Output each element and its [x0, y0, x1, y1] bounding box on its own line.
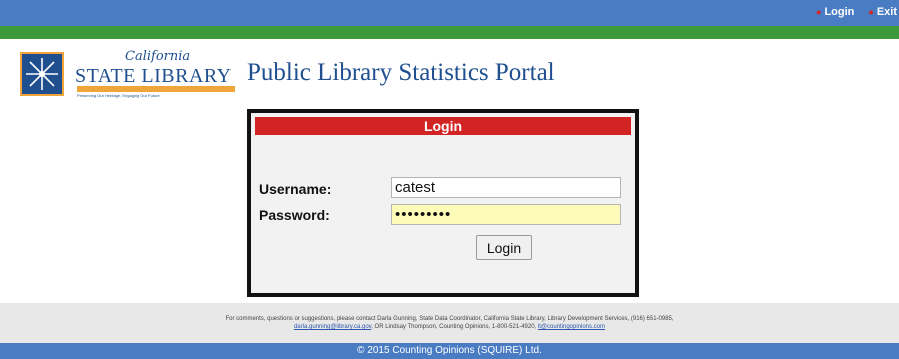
nav-login-label: Login — [824, 6, 855, 18]
footer-contact-info: For comments, questions or suggestions, … — [0, 303, 899, 343]
logo-script-text: California — [125, 49, 191, 64]
nav-login-link[interactable]: ● Login — [816, 6, 854, 18]
state-library-logo: California STATE LIBRARY Preserving Our … — [75, 49, 237, 101]
darla-email-link[interactable]: darla.gunning@library.ca.gov — [294, 324, 371, 330]
bullet-icon: ● — [816, 7, 822, 17]
nav-exit-link[interactable]: ● Exit — [868, 6, 897, 18]
site-header: California STATE LIBRARY Preserving Our … — [0, 39, 899, 109]
nav-exit-label: Exit — [876, 6, 897, 18]
footer-line-2-text: , OR Lindsay Thompson, Counting Opinions… — [371, 324, 537, 330]
bullet-icon: ● — [868, 7, 874, 17]
logo-tagline: Preserving Our Heritage, Engaging Our Fu… — [77, 93, 160, 98]
username-label: Username: — [259, 181, 332, 197]
footer-line-1: For comments, questions or suggestions, … — [225, 316, 674, 322]
top-nav-bar: ● Login ● Exit — [0, 0, 899, 26]
support-email-link[interactable]: lt@countingopinions.com — [538, 324, 605, 330]
password-input[interactable] — [391, 204, 621, 225]
star-logo-icon — [20, 52, 64, 96]
page-title: Public Library Statistics Portal — [247, 59, 555, 86]
login-button[interactable]: Login — [476, 235, 532, 260]
password-label: Password: — [259, 207, 330, 223]
footer-line-2: darla.gunning@library.ca.gov, OR Lindsay… — [0, 323, 899, 331]
green-accent-bar — [0, 26, 899, 39]
top-nav: ● Login ● Exit — [816, 3, 899, 21]
login-panel-header: Login — [255, 117, 631, 135]
logo-main-text: STATE LIBRARY — [75, 65, 232, 87]
username-input[interactable] — [391, 177, 621, 198]
logo-divider — [77, 86, 235, 92]
login-panel: Login Username: Password: Login — [247, 109, 639, 297]
copyright-bar: © 2015 Counting Opinions (SQUIRE) Ltd. — [0, 343, 899, 359]
copyright-text: © 2015 Counting Opinions (SQUIRE) Ltd. — [357, 345, 542, 356]
